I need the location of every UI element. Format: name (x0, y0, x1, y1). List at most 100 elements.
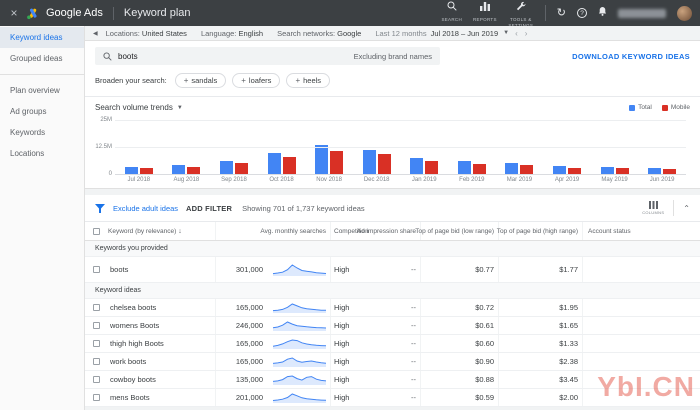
bar-total (172, 165, 186, 174)
x-axis-label: Dec 2018 (363, 177, 390, 183)
sidebar-item-locations[interactable]: Locations (0, 143, 84, 164)
top-app-bar: × Google Ads Keyword plan SEARCH REPORTS T… (0, 0, 700, 28)
keyword-row-work-boots: work boots 165,000 High -- $0.90 $2.38 (85, 353, 700, 371)
top-bid-low-cell: $0.60 (420, 335, 498, 352)
sidebar: Keyword ideas Grouped ideas Plan overview A… (0, 26, 85, 410)
column-header-top-bid-low[interactable]: Top of page bid (low range) (415, 222, 498, 240)
bar-mobile (663, 169, 677, 174)
keyword-search-input[interactable]: boots Excluding brand names (95, 47, 440, 65)
column-header-top-bid-high[interactable]: Top of page bid (high range) (497, 222, 582, 240)
help-icon[interactable]: ? (577, 8, 587, 18)
ad-impression-share-cell: -- (411, 265, 416, 274)
keyword-row-cowboy-boots: cowboy boots 135,000 High -- $0.88 $3.45 (85, 371, 700, 389)
x-axis-label: Sep 2018 (221, 177, 247, 183)
previous-period-button[interactable]: ‹ (515, 29, 518, 38)
refresh-icon[interactable]: ↻ (557, 7, 566, 19)
competition-cell: High (330, 317, 372, 334)
account-name-redacted (618, 8, 666, 18)
bar-group-aug-2018 (163, 165, 211, 174)
bar-total (552, 166, 566, 174)
setting-search-networks[interactable]: Search networks: Google (277, 29, 361, 38)
bar-group-apr-2019 (543, 166, 591, 174)
column-header-account-status[interactable]: Account status (582, 222, 700, 240)
top-bid-low-cell: $0.59 (420, 389, 498, 406)
row-checkbox[interactable] (93, 266, 100, 273)
topbar-action-label: SEARCH (441, 17, 462, 23)
row-checkbox[interactable] (93, 358, 100, 365)
y-axis-tick: 12.5M (95, 144, 112, 150)
bar-total (124, 167, 138, 174)
next-period-button[interactable]: › (525, 29, 528, 38)
add-filter-button[interactable]: ADD FILTER (186, 204, 232, 213)
bar-group-oct-2018 (258, 153, 306, 174)
bar-total (648, 168, 662, 174)
notifications-bell-icon[interactable] (598, 6, 607, 20)
main-content: boots Excluding brand names DOWNLOAD KEY… (85, 41, 700, 410)
x-axis-label: Jul 2018 (127, 177, 151, 183)
chevron-down-icon[interactable]: ▼ (503, 30, 509, 36)
topbar-action-tools-settings[interactable]: TOOLS & SETTINGS (508, 0, 534, 28)
x-axis-label: Apr 2019 (554, 177, 580, 183)
setting-language[interactable]: Language: English (201, 29, 263, 38)
columns-button[interactable]: COLUMNS (642, 201, 664, 215)
column-header-ad-impression-share[interactable]: Ad impression share (357, 222, 420, 240)
avg-searches-cell: 246,000 (215, 317, 267, 334)
sparkline (267, 317, 330, 334)
chart-title[interactable]: Search volume trends (95, 103, 173, 112)
chevron-down-icon[interactable]: ▼ (177, 105, 183, 111)
google-ads-logo (26, 7, 40, 20)
sparkline (267, 371, 330, 388)
competition-cell: High (330, 353, 372, 370)
x-axis-label: Mar 2019 (506, 177, 533, 183)
filter-row: Exclude adult ideas ADD FILTER Showing 7… (85, 195, 700, 222)
avatar[interactable] (677, 5, 692, 21)
close-icon[interactable]: × (8, 7, 20, 19)
collapse-panel-icon[interactable]: ◀ (93, 30, 98, 37)
keyword-row-thigh-high-boots: thigh high Boots 165,000 High -- $0.60 $1.33 (85, 335, 700, 353)
column-header-avg-monthly-searches[interactable]: Avg. monthly searches (215, 222, 330, 240)
bar-group-may-2019 (591, 167, 639, 174)
sidebar-item-grouped-ideas[interactable]: Grouped ideas (0, 48, 84, 69)
setting-label: Search networks: (277, 28, 338, 38)
top-bid-high-cell: $1.95 (498, 299, 582, 316)
column-header-keyword[interactable]: Keyword (by relevance) ↓ (108, 222, 215, 240)
topbar-action-search[interactable]: SEARCH (441, 0, 462, 23)
broaden-chip-heels[interactable]: + heels (286, 73, 331, 88)
row-checkbox[interactable] (93, 394, 100, 401)
account-status-cell (582, 299, 700, 316)
bar-group-feb-2019 (448, 161, 496, 174)
daterange-label: Last 12 months (375, 28, 427, 38)
row-checkbox[interactable] (93, 340, 100, 347)
collapse-table-chevron-icon[interactable]: ⌃ (683, 204, 690, 213)
setting-locations[interactable]: Locations: United States (106, 29, 187, 38)
row-checkbox[interactable] (93, 376, 100, 383)
brand-exclusion-label[interactable]: Excluding brand names (354, 52, 432, 61)
columns-button-label: COLUMNS (642, 210, 665, 215)
download-keyword-ideas-button[interactable]: DOWNLOAD KEYWORD IDEAS (572, 52, 690, 61)
broaden-chip-loafers[interactable]: + loafers (232, 73, 281, 88)
bar-total (505, 163, 519, 174)
top-bid-low-cell: $0.77 (420, 257, 498, 282)
account-status-cell (582, 389, 700, 406)
row-checkbox[interactable] (93, 322, 100, 329)
bar-total (600, 167, 614, 174)
daterange-value[interactable]: Jul 2018 – Jun 2019 (431, 29, 499, 38)
sidebar-item-ad-groups[interactable]: Ad groups (0, 101, 84, 122)
search-and-trends-card: boots Excluding brand names DOWNLOAD KEY… (85, 41, 700, 189)
select-all-checkbox[interactable] (93, 227, 100, 235)
sparkline (267, 299, 330, 316)
row-checkbox[interactable] (93, 304, 100, 311)
sidebar-item-keywords[interactable]: Keywords (0, 122, 84, 143)
table-header-row: Keyword (by relevance) ↓ Avg. monthly sear… (85, 222, 700, 241)
google-ads-keyword-plan-screen: × Google Ads Keyword plan SEARCH REPORTS T… (0, 0, 700, 410)
sidebar-item-keyword-ideas[interactable]: Keyword ideas (0, 27, 84, 48)
topbar-action-reports[interactable]: REPORTS (473, 0, 497, 23)
exclude-adult-ideas-link[interactable]: Exclude adult ideas (113, 204, 178, 213)
ad-impression-share-cell: -- (411, 339, 416, 348)
search-row: boots Excluding brand names DOWNLOAD KEY… (85, 41, 700, 67)
account-status-cell (582, 257, 700, 282)
broaden-chip-sandals[interactable]: + sandals (174, 73, 227, 88)
bar-mobile (282, 157, 296, 174)
sidebar-item-plan-overview[interactable]: Plan overview (0, 80, 84, 101)
top-bid-high-cell: $2.38 (498, 353, 582, 370)
